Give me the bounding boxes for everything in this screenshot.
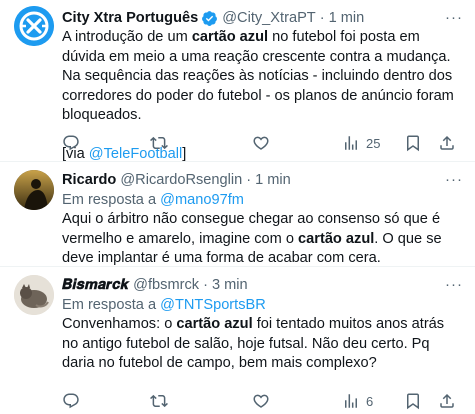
avatar[interactable]	[14, 170, 54, 210]
more-icon[interactable]: ···	[445, 170, 463, 190]
tweet-actions: 6	[62, 391, 462, 411]
tweet-actions: 25	[62, 133, 462, 153]
views-button[interactable]: 25	[342, 133, 380, 153]
silhouette-photo-icon	[14, 170, 54, 210]
text-highlight: cartão azul	[298, 230, 375, 247]
author-handle[interactable]: @fbsmrck	[133, 275, 199, 295]
avatar[interactable]	[14, 275, 54, 315]
tweet-2[interactable]: Ricardo @RicardoRsenglin · 1 min ··· Em …	[0, 162, 475, 267]
views-icon	[345, 394, 357, 408]
reply-button[interactable]	[62, 391, 86, 411]
timestamp[interactable]: 3 min	[212, 275, 248, 295]
text-segment: A introdução de um	[62, 29, 192, 45]
views-icon	[345, 136, 357, 150]
share-icon	[440, 393, 454, 408]
text-highlight: cartão azul	[191, 29, 269, 45]
bookmark-icon	[407, 393, 419, 410]
views-count: 25	[366, 135, 381, 151]
reply-icon	[63, 393, 79, 409]
share-button[interactable]	[438, 133, 456, 153]
separator-dot: ·	[319, 10, 325, 26]
avatar[interactable]	[14, 6, 54, 46]
like-icon	[253, 394, 269, 408]
timestamp[interactable]: 1 min	[329, 8, 365, 28]
like-icon	[253, 136, 269, 150]
author-handle[interactable]: @RicardoRsenglin	[120, 170, 242, 190]
author-name[interactable]: 𝑩𝒊𝒔𝒎𝒂𝒓𝒄𝒌	[62, 275, 129, 295]
replying-to: Em resposta a @mano97fm	[62, 190, 463, 210]
retweet-button[interactable]	[150, 133, 174, 153]
retweet-icon	[150, 136, 168, 150]
more-icon[interactable]: ···	[445, 8, 463, 28]
views-button[interactable]: 6	[342, 391, 373, 411]
timestamp[interactable]: 1 min	[255, 170, 291, 190]
reply-button[interactable]	[62, 133, 86, 153]
tweet-3[interactable]: 𝑩𝒊𝒔𝒎𝒂𝒓𝒄𝒌 @fbsmrck · 3 min ··· Em respost…	[0, 267, 475, 414]
mention-link[interactable]: @TNTSportsBR	[160, 297, 266, 313]
verified-badge-icon	[201, 10, 218, 27]
more-icon[interactable]: ···	[445, 275, 463, 295]
city-xtra-logo-icon	[14, 6, 54, 46]
mention-link[interactable]: @mano97fm	[160, 192, 244, 208]
like-button[interactable]	[252, 391, 276, 411]
text-segment: Convenhamos: o	[62, 316, 177, 332]
author-name[interactable]: Ricardo	[62, 170, 116, 190]
retweet-button[interactable]	[150, 391, 174, 411]
tweet-1[interactable]: City Xtra Português @City_XtraPT · 1 min…	[0, 0, 475, 162]
replying-prefix: Em resposta a	[62, 192, 161, 208]
separator-dot: ·	[246, 172, 252, 188]
text-highlight: cartão azul	[176, 316, 253, 332]
replying-prefix: Em resposta a	[62, 297, 161, 313]
author-handle[interactable]: @City_XtraPT	[222, 8, 315, 28]
bookmark-button[interactable]	[404, 133, 422, 153]
like-button[interactable]	[252, 133, 276, 153]
replying-to: Em resposta a @TNTSportsBR	[62, 295, 463, 315]
views-count: 6	[366, 393, 374, 409]
cat-photo-icon	[14, 275, 54, 315]
retweet-icon	[150, 394, 168, 408]
share-button[interactable]	[438, 391, 456, 411]
tweet-text: Convenhamos: o cartão azul foi tentado m…	[62, 315, 463, 374]
bookmark-icon	[407, 135, 419, 152]
author-name[interactable]: City Xtra Português	[62, 8, 198, 28]
share-icon	[440, 135, 454, 150]
bookmark-button[interactable]	[404, 391, 422, 411]
tweet-text: Aqui o árbitro não consegue chegar ao co…	[62, 210, 463, 269]
separator-dot: ·	[203, 277, 208, 293]
reply-icon	[63, 135, 79, 151]
